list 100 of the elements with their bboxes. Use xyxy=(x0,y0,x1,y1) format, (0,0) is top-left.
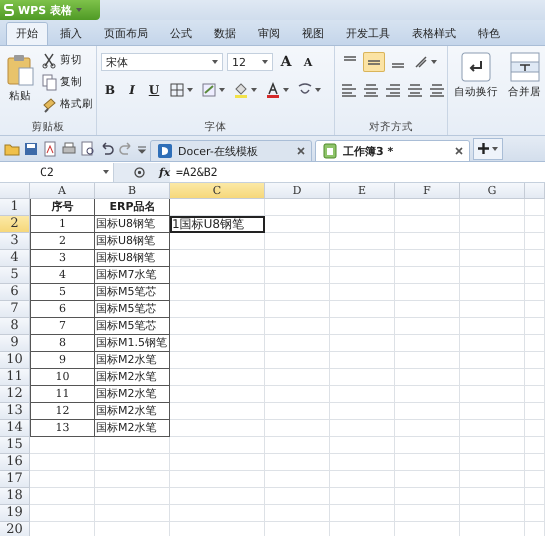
table-cell[interactable] xyxy=(170,301,265,318)
table-cell[interactable] xyxy=(525,199,545,216)
table-cell[interactable] xyxy=(170,335,265,352)
copy-button[interactable]: 复制 xyxy=(40,72,95,92)
table-cell[interactable]: 国标M2水笔 xyxy=(95,352,170,369)
row-header[interactable]: 18 xyxy=(0,488,30,505)
table-cell[interactable] xyxy=(95,437,170,454)
row-header[interactable]: 14 xyxy=(0,420,30,437)
fill-bucket-icon[interactable] xyxy=(233,82,249,98)
table-cell[interactable] xyxy=(265,471,330,488)
row-header[interactable]: 17 xyxy=(0,471,30,488)
table-cell[interactable] xyxy=(460,267,525,284)
table-cell[interactable] xyxy=(525,318,545,335)
table-cell[interactable] xyxy=(265,250,330,267)
merge-center-button[interactable]: 合并居 xyxy=(506,50,543,135)
table-cell[interactable] xyxy=(460,318,525,335)
table-cell[interactable]: 1 xyxy=(30,216,95,233)
row-header[interactable]: 1 xyxy=(0,199,30,216)
table-cell[interactable] xyxy=(525,267,545,284)
table-cell[interactable]: 4 xyxy=(30,267,95,284)
shrink-font-button[interactable]: A xyxy=(299,52,317,72)
table-cell[interactable] xyxy=(330,403,395,420)
table-cell[interactable] xyxy=(265,352,330,369)
table-cell[interactable] xyxy=(525,488,545,505)
table-cell[interactable] xyxy=(170,454,265,471)
column-header[interactable]: B xyxy=(95,183,170,199)
wrap-text-button[interactable]: 自动换行 xyxy=(452,50,500,135)
table-cell[interactable] xyxy=(330,488,395,505)
column-header[interactable]: F xyxy=(395,183,460,199)
table-cell[interactable]: 8 xyxy=(30,335,95,352)
align-left-icon[interactable] xyxy=(339,82,359,98)
table-cell[interactable]: 国标U8钢笔 xyxy=(95,250,170,267)
new-tab-button[interactable] xyxy=(473,138,503,160)
insert-function-button[interactable]: fx xyxy=(159,166,170,178)
row-header[interactable]: 20 xyxy=(0,522,30,536)
underline-button[interactable]: U xyxy=(145,80,163,100)
table-cell[interactable] xyxy=(170,318,265,335)
table-cell[interactable] xyxy=(170,250,265,267)
table-cell[interactable]: 国标M2水笔 xyxy=(95,386,170,403)
table-cell[interactable] xyxy=(525,250,545,267)
font-size-field[interactable]: 12 xyxy=(227,53,273,71)
table-cell[interactable] xyxy=(170,437,265,454)
table-cell[interactable] xyxy=(30,488,95,505)
table-cell[interactable] xyxy=(460,335,525,352)
table-cell[interactable] xyxy=(30,505,95,522)
table-cell[interactable] xyxy=(170,233,265,250)
table-cell[interactable] xyxy=(395,284,460,301)
table-cell[interactable] xyxy=(330,318,395,335)
table-cell[interactable] xyxy=(330,335,395,352)
table-cell[interactable] xyxy=(525,505,545,522)
table-cell[interactable]: 国标M7水笔 xyxy=(95,267,170,284)
table-cell[interactable] xyxy=(460,505,525,522)
table-cell[interactable] xyxy=(395,335,460,352)
row-header[interactable]: 6 xyxy=(0,284,30,301)
table-cell[interactable] xyxy=(460,386,525,403)
table-cell[interactable] xyxy=(525,471,545,488)
row-header[interactable]: 8 xyxy=(0,318,30,335)
table-cell[interactable] xyxy=(395,505,460,522)
caret-icon[interactable] xyxy=(283,88,289,92)
table-cell[interactable] xyxy=(330,284,395,301)
table-cell[interactable] xyxy=(330,454,395,471)
table-cell[interactable] xyxy=(460,471,525,488)
table-cell[interactable] xyxy=(330,199,395,216)
caret-icon[interactable] xyxy=(251,88,257,92)
table-cell[interactable] xyxy=(170,199,265,216)
table-cell[interactable] xyxy=(395,454,460,471)
font-name-field[interactable]: 宋体 xyxy=(101,53,223,71)
table-cell[interactable]: 1国标U8钢笔 xyxy=(170,216,265,233)
table-cell[interactable] xyxy=(460,216,525,233)
decrease-indent-icon[interactable] xyxy=(405,82,425,98)
table-cell[interactable] xyxy=(330,216,395,233)
table-cell[interactable]: ERP品名 xyxy=(95,199,170,216)
table-cell[interactable] xyxy=(265,267,330,284)
table-cell[interactable]: 序号 xyxy=(30,199,95,216)
table-cell[interactable] xyxy=(170,352,265,369)
row-header[interactable]: 5 xyxy=(0,267,30,284)
caret-icon[interactable] xyxy=(262,60,268,64)
menu-tab[interactable]: 页面布局 xyxy=(94,22,158,45)
table-cell[interactable] xyxy=(460,369,525,386)
table-cell[interactable] xyxy=(460,352,525,369)
row-header[interactable]: 2 xyxy=(0,216,30,233)
row-header[interactable]: 4 xyxy=(0,250,30,267)
table-cell[interactable] xyxy=(170,267,265,284)
table-cell[interactable] xyxy=(330,250,395,267)
table-cell[interactable] xyxy=(460,437,525,454)
table-cell[interactable] xyxy=(170,420,265,437)
table-cell[interactable] xyxy=(395,216,460,233)
menu-tab[interactable]: 审阅 xyxy=(248,22,290,45)
table-cell[interactable] xyxy=(170,488,265,505)
menu-tab[interactable]: 插入 xyxy=(50,22,92,45)
row-header[interactable]: 10 xyxy=(0,352,30,369)
table-cell[interactable]: 13 xyxy=(30,420,95,437)
increase-indent-icon[interactable] xyxy=(427,82,447,98)
table-cell[interactable] xyxy=(525,403,545,420)
table-cell[interactable]: 国标U8钢笔 xyxy=(95,216,170,233)
table-cell[interactable] xyxy=(265,403,330,420)
table-cell[interactable] xyxy=(265,386,330,403)
row-header[interactable]: 3 xyxy=(0,233,30,250)
table-cell[interactable] xyxy=(330,471,395,488)
table-cell[interactable] xyxy=(265,454,330,471)
